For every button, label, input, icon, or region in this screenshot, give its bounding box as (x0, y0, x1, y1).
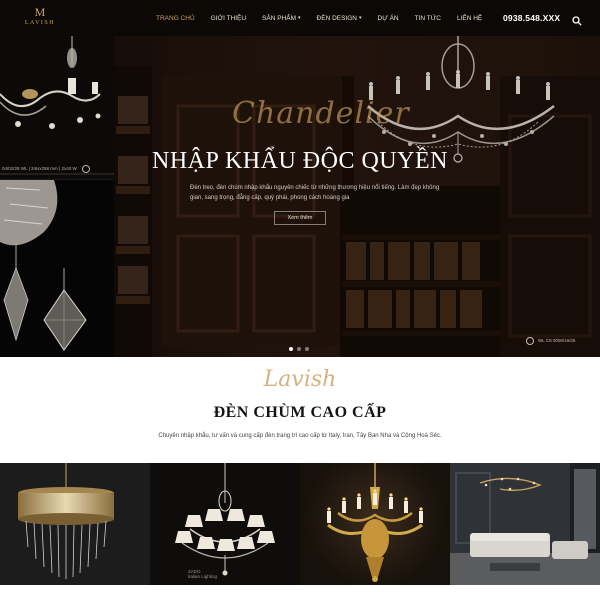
nav-item-projects[interactable]: DỰ ÁN (378, 15, 399, 22)
nav-label: TRANG CHỦ (156, 14, 195, 22)
hero-product-caption: WL C8 0008/16/25 (538, 338, 576, 343)
slider-dots (289, 347, 309, 351)
gold-candle-chandelier-image (327, 463, 423, 582)
nav-item-home[interactable]: TRANG CHỦ (156, 15, 195, 22)
chevron-down-icon: ▾ (298, 15, 301, 21)
nav-label: ĐÈN DESIGN (316, 14, 357, 22)
search-icon[interactable] (572, 13, 582, 26)
product-card-gold-drum[interactable] (0, 463, 150, 585)
product-card-gold-candles[interactable] (300, 463, 450, 585)
section-title: ĐÈN CHÙM CAO CẤP (213, 404, 387, 421)
watermark-line: Italian Lighting (188, 574, 218, 579)
product-spec-caption: 04/02/28 WL | 34Hx258 mm | 2x40 W (2, 166, 77, 171)
nav-item-design-lights[interactable]: ĐÈN DESIGN ▾ (317, 15, 362, 22)
nav-item-about[interactable]: GIỚI THIỆU (211, 15, 246, 22)
gold-drum-chandelier-image (18, 463, 114, 579)
brand-logo[interactable]: M LAVISH (22, 6, 58, 32)
hotline-phone[interactable]: 0938.548.XXX (503, 0, 560, 36)
brand-watermark: ZADO Italian Lighting (188, 569, 217, 579)
hero-slider[interactable]: Chandelier NHẬP KHẨU ĐỘC QUYỀN Đèn treo,… (114, 36, 600, 357)
nav-label: DỰ ÁN (377, 14, 399, 22)
nav-item-news[interactable]: TIN TỨC (415, 15, 441, 22)
view-more-button[interactable]: Xem thêm (274, 211, 326, 225)
hero-script-title: Chandelier (232, 96, 410, 131)
slider-dot[interactable] (305, 347, 309, 351)
product-strip: ZADO Italian Lighting (0, 463, 600, 585)
product-card-living-room[interactable] (450, 463, 600, 585)
nav-item-products[interactable]: SẢN PHẨM ▾ (262, 15, 300, 22)
hero-description: Đèn treo, đèn chùm nhập khẩu nguyên chiế… (190, 185, 440, 201)
nav-label: GIỚI THIỆU (210, 14, 247, 22)
slider-dot[interactable] (297, 347, 301, 351)
badge-icon (526, 337, 534, 345)
hero-title: NHẬP KHẨU ĐỘC QUYỀN (152, 148, 448, 174)
section-description: Chuyên nhập khẩu, tư vấn và cung cấp đèn… (158, 433, 442, 439)
badge-icon (82, 165, 90, 173)
nav-label: TIN TỨC (414, 14, 441, 22)
footer-strip (0, 585, 600, 600)
logo-mark: M (34, 5, 46, 19)
main-nav: TRANG CHỦ GIỚI THIỆU SẢN PHẨM ▾ ĐÈN DESIG… (156, 0, 498, 36)
product-card-crystal-shades[interactable]: ZADO Italian Lighting (150, 463, 300, 585)
left-chandelier-thumbnail[interactable]: 04/02/28 WL | 34Hx258 mm | 2x40 W (0, 36, 114, 179)
crystal-drops-image (0, 180, 114, 357)
left-crystal-thumbnail[interactable] (0, 179, 114, 357)
nav-label: SẢN PHẨM (262, 14, 297, 22)
nav-item-contact[interactable]: LIÊN HỆ (457, 15, 482, 22)
slider-dot[interactable] (289, 347, 293, 351)
living-room-scene-image (450, 463, 600, 585)
crystal-shade-chandelier-image (175, 463, 275, 576)
intro-script-title: Lavish (263, 367, 337, 392)
chevron-down-icon: ▾ (359, 15, 362, 21)
site-header: M LAVISH TRANG CHỦ GIỚI THIỆU SẢN PHẨM ▾ … (0, 0, 600, 36)
intro-section: Lavish ĐÈN CHÙM CAO CẤP Chuyên nhập khẩu… (0, 357, 600, 463)
chandelier-arms-image (0, 36, 114, 179)
nav-label: LIÊN HỆ (456, 14, 483, 22)
logo-text: LAVISH (24, 20, 56, 26)
